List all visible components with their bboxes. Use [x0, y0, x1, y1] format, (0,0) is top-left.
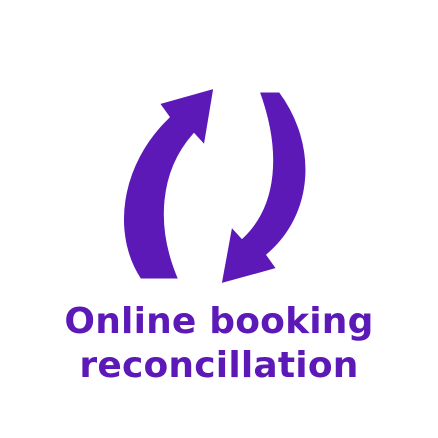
caption-line-1: Online booking — [64, 301, 374, 342]
caption-line-2: reconcillation — [79, 345, 359, 386]
sync-arrow-right — [218, 89, 309, 288]
sync-arrow-left — [121, 84, 217, 282]
booking-reconciliation-tile: Online booking reconcillation — [0, 0, 438, 438]
caption: Online booking reconcillation — [0, 300, 438, 388]
sync-arrows-icon — [110, 75, 328, 295]
